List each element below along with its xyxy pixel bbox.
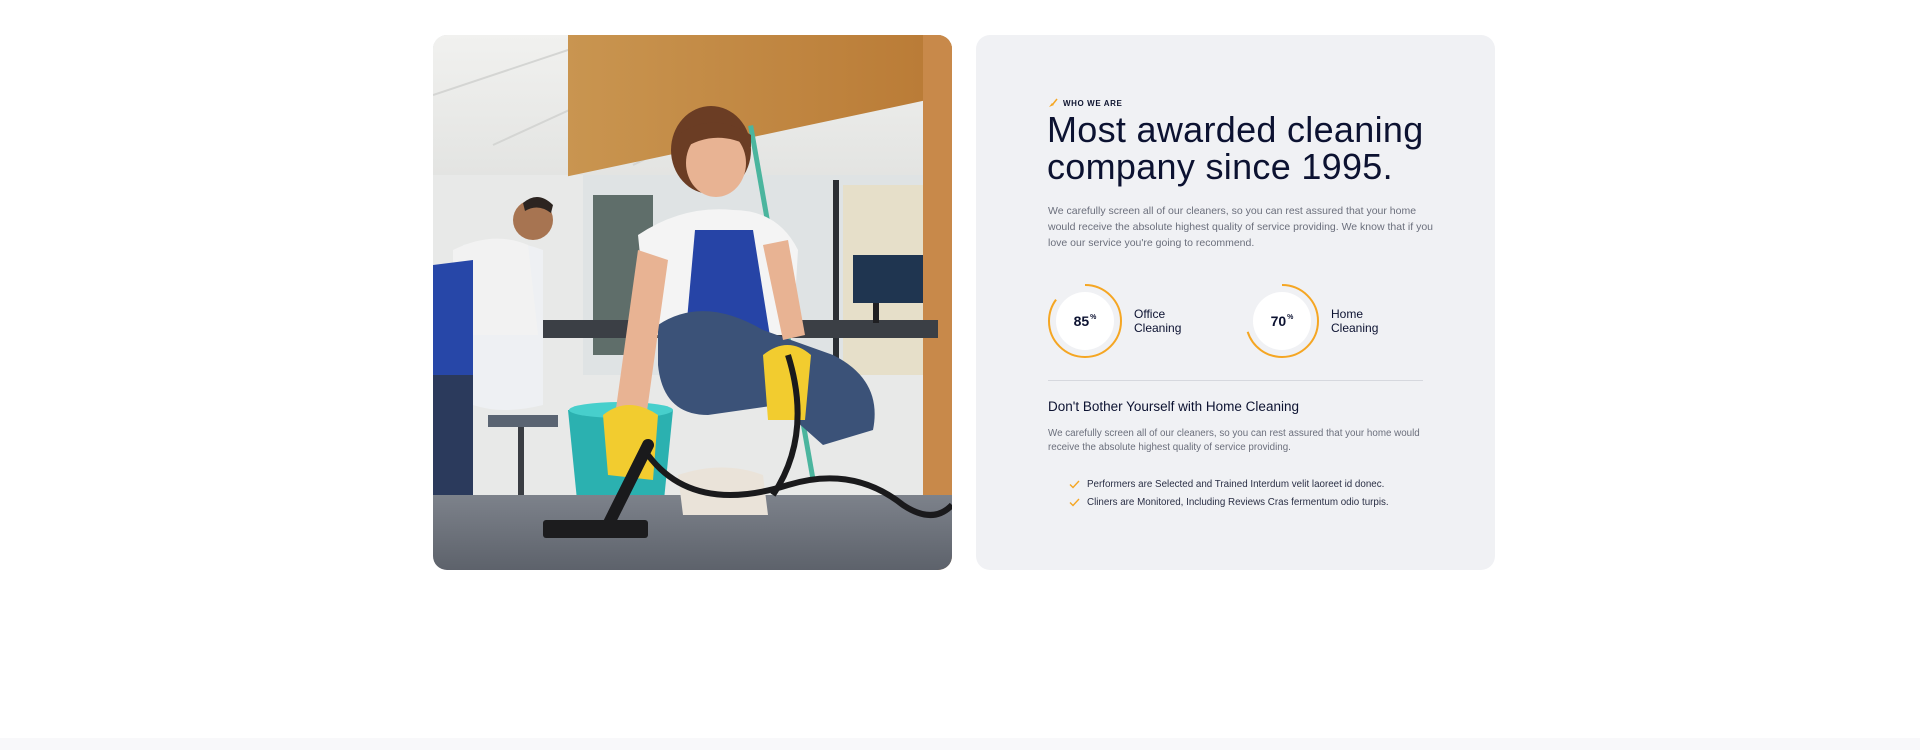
page-title: Most awarded cleaning company since 1995… [1047,109,1424,187]
eyebrow-text: WHO WE ARE [1063,98,1123,108]
stat-label: Home Cleaning [1331,307,1379,335]
broom-icon [1048,98,1058,108]
list-item: Cliners are Monitored, Including Reviews… [1069,493,1389,511]
list-item-text: Performers are Selected and Trained Inte… [1087,478,1385,490]
list-item-text: Cliners are Monitored, Including Reviews… [1087,496,1389,508]
check-icon [1069,480,1080,489]
stat-home-cleaning: 70% Home Cleaning [1244,283,1401,359]
feature-checklist: Performers are Selected and Trained Inte… [1069,475,1389,511]
section-paragraph: We carefully screen all of our cleaners,… [1048,428,1420,453]
about-photo [433,35,952,570]
list-item: Performers are Selected and Trained Inte… [1069,475,1389,493]
stat-unit: % [1090,313,1097,321]
progress-ring: 85% [1047,283,1123,359]
about-card: WHO WE ARE Most awarded cleaning company… [976,35,1495,570]
cleaning-photo [433,35,952,570]
divider [1048,380,1423,381]
stat-office-cleaning: 85% Office Cleaning [1047,283,1204,359]
intro-paragraph: We carefully screen all of our cleaners,… [1048,205,1434,249]
section-eyebrow: WHO WE ARE [1048,98,1122,108]
stat-value: 70 [1270,313,1287,329]
section-subtitle: Don't Bother Yourself with Home Cleaning [1048,399,1299,414]
stat-unit: % [1287,313,1294,321]
page: WHO WE ARE Most awarded cleaning company… [0,0,1920,750]
stat-value: 85 [1073,313,1090,329]
stat-label: Office Cleaning [1134,307,1182,335]
footer-strip [0,738,1920,750]
check-icon [1069,498,1080,507]
progress-ring: 70% [1244,283,1320,359]
